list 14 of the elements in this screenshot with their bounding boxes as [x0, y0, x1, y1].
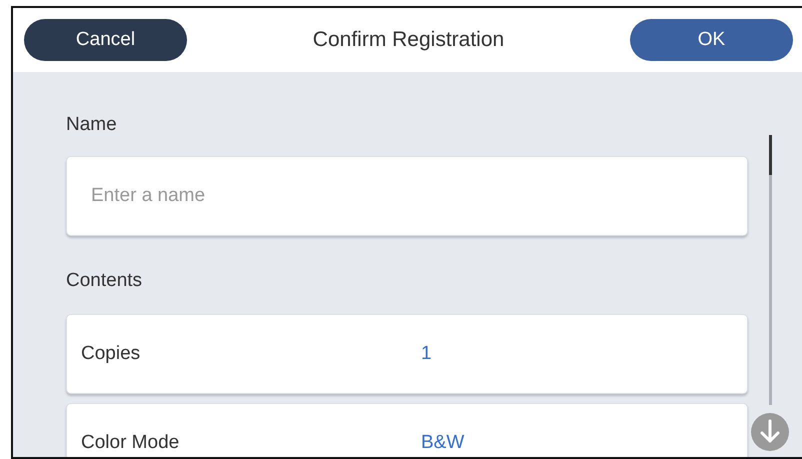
ok-button[interactable]: OK [630, 19, 793, 61]
setting-label: Color Mode [81, 432, 180, 454]
name-input-field[interactable]: Enter a name [66, 156, 748, 236]
cancel-button[interactable]: Cancel [24, 19, 187, 61]
scroll-down-icon[interactable] [750, 412, 790, 452]
section-label: Name [66, 114, 117, 136]
setting-row[interactable]: Color Mode B&W [66, 403, 748, 457]
setting-label: Copies [81, 343, 142, 365]
setting-value: 1 [421, 343, 432, 365]
setting-value: B&W [421, 432, 464, 454]
setting-row[interactable]: Copies 1 [66, 314, 748, 394]
screen-title: Confirm Registration [312, 28, 504, 52]
section-label: Contents [66, 270, 142, 292]
scrollbar-thumb[interactable] [769, 135, 772, 175]
